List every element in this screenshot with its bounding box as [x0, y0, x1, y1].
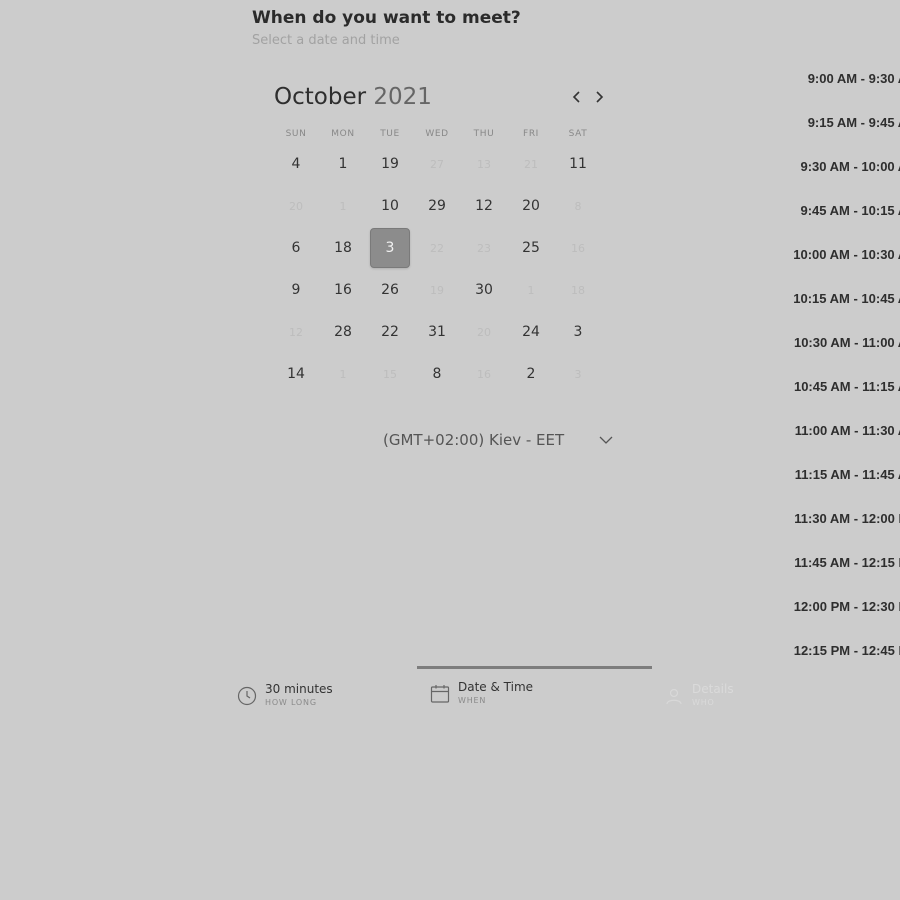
- calendar-day[interactable]: 11: [558, 144, 598, 184]
- weekday-label: WED: [425, 129, 449, 139]
- calendar-day[interactable]: 2: [511, 354, 551, 394]
- user-icon: [666, 688, 682, 705]
- time-slot-button[interactable]: 9:45 AM - 10:15 AM: [790, 193, 900, 227]
- calendar-day[interactable]: 24: [511, 312, 551, 352]
- calendar-day[interactable]: 1: [323, 144, 363, 184]
- time-slot-button[interactable]: 9:00 AM - 9:30 AM: [790, 61, 900, 95]
- calendar-day: 16: [571, 241, 585, 255]
- step-details-sub: WHO: [692, 698, 715, 707]
- time-slot-button[interactable]: 12:15 PM - 12:45 PM: [790, 633, 900, 667]
- calendar-day: 23: [477, 241, 491, 255]
- weekday-label: MON: [331, 129, 355, 139]
- calendar-day[interactable]: 29: [417, 186, 457, 226]
- step-date-time[interactable]: Date & Time WHEN: [430, 680, 590, 710]
- weekday-label: THU: [473, 129, 495, 139]
- calendar-day: 19: [430, 283, 444, 297]
- calendar-day: 20: [477, 325, 491, 339]
- calendar-day[interactable]: 18: [323, 228, 363, 268]
- prev-month-button[interactable]: [567, 86, 587, 108]
- calendar-day: 27: [430, 157, 444, 171]
- step-date-time-sub: WHEN: [458, 696, 487, 705]
- time-slot-list: 9:00 AM - 9:30 AM 9:15 AM - 9:45 AM 9:30 A…: [790, 56, 900, 676]
- weekday-label: SAT: [568, 129, 588, 139]
- calendar-month-label: October 2021: [274, 84, 432, 110]
- calendar-day[interactable]: 31: [417, 312, 457, 352]
- time-slot-button[interactable]: 10:00 AM - 10:30 AM: [790, 237, 900, 271]
- page-subtitle: Select a date and time: [252, 33, 400, 48]
- time-slot-button[interactable]: 11:45 AM - 12:15 PM: [790, 545, 900, 579]
- weekday-label: TUE: [380, 129, 400, 139]
- calendar-day[interactable]: 9: [276, 270, 316, 310]
- calendar-day[interactable]: 22: [370, 312, 410, 352]
- calendar-day[interactable]: 19: [370, 144, 410, 184]
- month-name: October: [274, 84, 367, 110]
- chevron-right-icon: [596, 91, 604, 103]
- calendar-day: 15: [383, 367, 397, 381]
- weekday-label: SUN: [285, 129, 307, 139]
- time-slot-button[interactable]: 12:00 PM - 12:30 PM: [790, 589, 900, 623]
- calendar-day[interactable]: 16: [323, 270, 363, 310]
- calendar-day: 20: [289, 199, 303, 213]
- clock-icon: [237, 686, 257, 706]
- calendar-day[interactable]: 4: [276, 144, 316, 184]
- chevron-down-icon: [599, 436, 613, 444]
- step-duration[interactable]: 30 minutes HOW LONG: [237, 682, 397, 712]
- calendar-day[interactable]: 8: [417, 354, 457, 394]
- step-duration-label: 30 minutes: [265, 682, 333, 696]
- calendar-icon: [430, 685, 450, 703]
- active-step-indicator: [417, 666, 652, 669]
- calendar-day: 8: [574, 199, 582, 213]
- calendar-day[interactable]: 10: [370, 186, 410, 226]
- calendar-day[interactable]: 6: [276, 228, 316, 268]
- calendar-day: 18: [571, 283, 585, 297]
- step-duration-sub: HOW LONG: [265, 698, 317, 707]
- time-slot-button[interactable]: 11:15 AM - 11:45 AM: [790, 457, 900, 491]
- time-slot-button[interactable]: 11:00 AM - 11:30 AM: [790, 413, 900, 447]
- calendar-day: 1: [339, 367, 347, 381]
- page-title: When do you want to meet?: [252, 8, 521, 28]
- calendar-day: 12: [289, 325, 303, 339]
- time-slot-button[interactable]: 10:45 AM - 11:15 AM: [790, 369, 900, 403]
- calendar-day: 22: [430, 241, 444, 255]
- calendar-day[interactable]: 12: [464, 186, 504, 226]
- chevron-left-icon: [572, 91, 580, 103]
- timezone-select[interactable]: (GMT+02:00) Kiev - EET: [383, 429, 633, 453]
- calendar-day: 21: [524, 157, 538, 171]
- calendar-day[interactable]: 25: [511, 228, 551, 268]
- calendar-day[interactable]: 3: [558, 312, 598, 352]
- step-date-time-label: Date & Time: [458, 680, 534, 694]
- timezone-label: (GMT+02:00) Kiev - EET: [383, 431, 565, 449]
- calendar-day[interactable]: 30: [464, 270, 504, 310]
- time-slot-button[interactable]: 11:30 AM - 12:00 PM: [790, 501, 900, 535]
- step-details[interactable]: Details WHO: [664, 682, 774, 712]
- calendar-day[interactable]: 14: [276, 354, 316, 394]
- calendar-day: 1: [527, 283, 535, 297]
- next-month-button[interactable]: [589, 86, 609, 108]
- calendar-day: 3: [574, 367, 582, 381]
- time-slot-button[interactable]: 10:30 AM - 11:00 AM: [790, 325, 900, 359]
- calendar-day[interactable]: 28: [323, 312, 363, 352]
- time-slot-button[interactable]: 9:30 AM - 10:00 AM: [790, 149, 900, 183]
- calendar-day: 16: [477, 367, 491, 381]
- calendar-day-selected[interactable]: 3: [370, 228, 410, 268]
- calendar-grid: 4 1 19 27 13 21 11 20 1 10 29 12 20 8 6 18 3 22 23 25 16 9 16 2…: [273, 143, 587, 395]
- weekday-label: FRI: [523, 129, 539, 139]
- step-details-label: Details: [692, 682, 734, 696]
- time-slot-button[interactable]: 9:15 AM - 9:45 AM: [790, 105, 900, 139]
- calendar-day: 13: [477, 157, 491, 171]
- time-slot-button[interactable]: 10:15 AM - 10:45 AM: [790, 281, 900, 315]
- month-year: 2021: [373, 84, 432, 110]
- calendar-day[interactable]: 26: [370, 270, 410, 310]
- calendar-day[interactable]: 20: [511, 186, 551, 226]
- calendar-day: 1: [339, 199, 347, 213]
